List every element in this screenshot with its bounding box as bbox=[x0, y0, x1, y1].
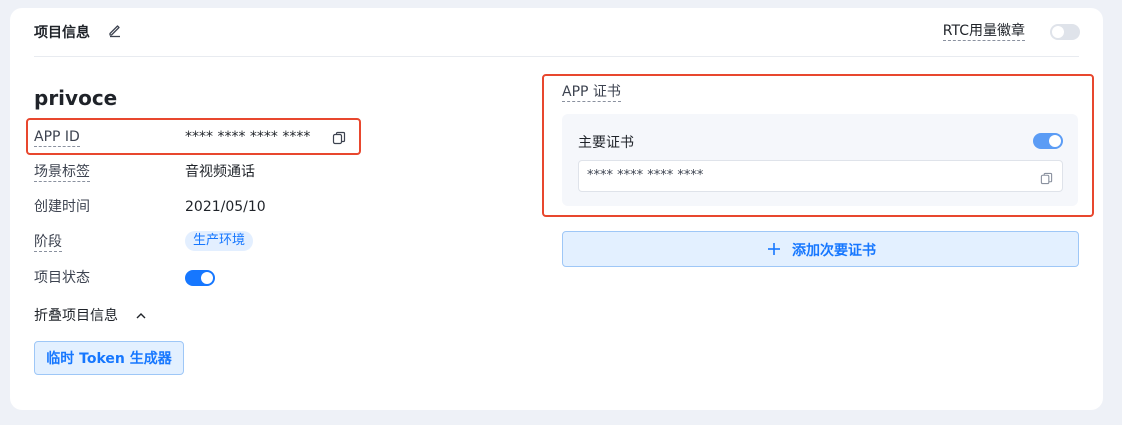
copy-icon bbox=[1040, 172, 1053, 185]
primary-certificate-value: **** **** **** **** bbox=[587, 168, 704, 183]
edit-icon-graphic bbox=[109, 25, 120, 38]
rtc-badge-label: RTC用量徽章 bbox=[942, 23, 1025, 41]
plus-icon bbox=[766, 241, 782, 257]
project-info-card: 项目信息 RTC用量徽章 privoce APP ID **** **** **… bbox=[10, 8, 1103, 410]
copy-certificate-icon[interactable] bbox=[1040, 170, 1054, 185]
temp-token-generator-button[interactable]: 临时 Token 生成器 bbox=[34, 341, 184, 375]
add-secondary-certificate-button[interactable]: 添加次要证书 bbox=[562, 231, 1079, 267]
toggle-knob bbox=[1052, 26, 1064, 38]
stage-badge: 生产环境 bbox=[185, 231, 254, 251]
project-name: privoce bbox=[34, 86, 118, 110]
toggle-knob bbox=[201, 272, 213, 284]
created-time-value: 2021/05/10 bbox=[185, 199, 266, 215]
add-secondary-certificate-label: 添加次要证书 bbox=[792, 243, 876, 259]
app-certificate-title: APP 证书 bbox=[562, 84, 621, 102]
primary-certificate-field[interactable]: **** **** **** **** bbox=[578, 160, 1063, 192]
project-status-toggle[interactable] bbox=[185, 270, 215, 286]
chevron-up-graphic bbox=[136, 313, 146, 319]
plus-icon-graphic bbox=[768, 243, 780, 255]
copy-icon bbox=[332, 131, 346, 145]
app-id-value: **** **** **** **** bbox=[185, 129, 311, 145]
collapse-project-info[interactable]: 折叠项目信息 bbox=[34, 305, 118, 325]
toggle-knob bbox=[1049, 135, 1061, 147]
chevron-up-icon[interactable] bbox=[135, 307, 147, 319]
project-status-label: 项目状态 bbox=[34, 270, 90, 286]
app-id-label: APP ID bbox=[34, 129, 80, 147]
rtc-badge-toggle[interactable] bbox=[1050, 24, 1080, 40]
page-title: 项目信息 bbox=[34, 25, 90, 41]
scene-tag-label: 场景标签 bbox=[34, 164, 90, 182]
stage-label: 阶段 bbox=[34, 234, 62, 252]
primary-certificate-panel: 主要证书 **** **** **** **** bbox=[562, 114, 1078, 206]
edit-icon[interactable] bbox=[107, 22, 123, 38]
primary-certificate-toggle[interactable] bbox=[1033, 133, 1063, 149]
card-header: 项目信息 RTC用量徽章 bbox=[34, 8, 1080, 57]
copy-app-id-icon[interactable] bbox=[332, 130, 346, 145]
scene-tag-value: 音视频通话 bbox=[185, 164, 255, 180]
created-time-label: 创建时间 bbox=[34, 199, 90, 215]
primary-certificate-label: 主要证书 bbox=[578, 135, 634, 151]
